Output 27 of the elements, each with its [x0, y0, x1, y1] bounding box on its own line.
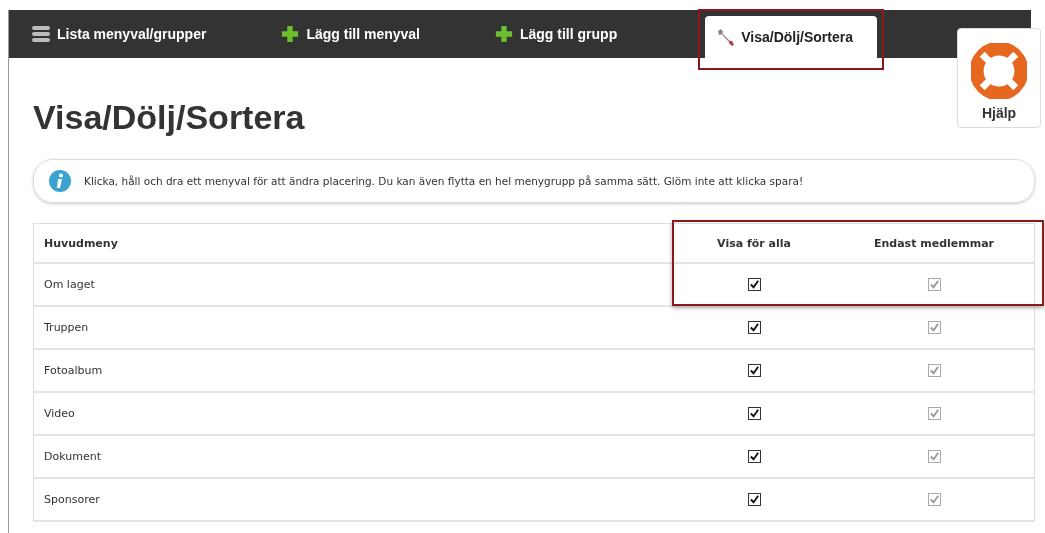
table-cell-text: Fotoalbum — [43, 364, 104, 377]
info-icon — [48, 169, 72, 193]
plus-icon — [494, 25, 514, 43]
tab[interactable]: Visa/Dölj/Sortera — [705, 16, 877, 58]
checkbox[interactable] — [747, 364, 761, 377]
help-button[interactable]: Hjälp — [957, 28, 1041, 128]
table-cell-text: Sponsorer — [43, 493, 101, 506]
checkbox[interactable] — [747, 450, 761, 463]
checkbox[interactable] — [747, 278, 761, 291]
stack-icon — [31, 25, 51, 43]
lifebuoy-icon — [971, 43, 1027, 99]
column-header: Endast medlemmar — [872, 236, 996, 250]
column-header: Visa för alla — [716, 236, 792, 250]
checkbox[interactable] — [747, 321, 761, 334]
plus-icon — [280, 25, 301, 43]
checkbox[interactable] — [747, 407, 761, 420]
page-title: Visa/Dölj/Sortera — [33, 98, 305, 137]
checkbox[interactable] — [747, 493, 761, 506]
table-cell-text: Video — [43, 407, 76, 420]
column-header: Huvudmeny — [43, 236, 119, 250]
table-cell-text: Dokument — [43, 450, 102, 463]
info-text: Klicka, håll och dra ett menyval för att ändra placering. Du kan även flytta en hel menygrupp på samma sätt. Glöm inte att klicka spara! — [84, 175, 804, 187]
table-cell-text: Truppen — [43, 321, 90, 334]
tab[interactable]: Lägg till menyval — [270, 14, 444, 54]
table-cell-text: Om laget — [43, 278, 96, 291]
tab[interactable]: Lista menyval/grupper — [21, 14, 231, 54]
tab[interactable]: Lägg till grupp — [484, 14, 642, 54]
